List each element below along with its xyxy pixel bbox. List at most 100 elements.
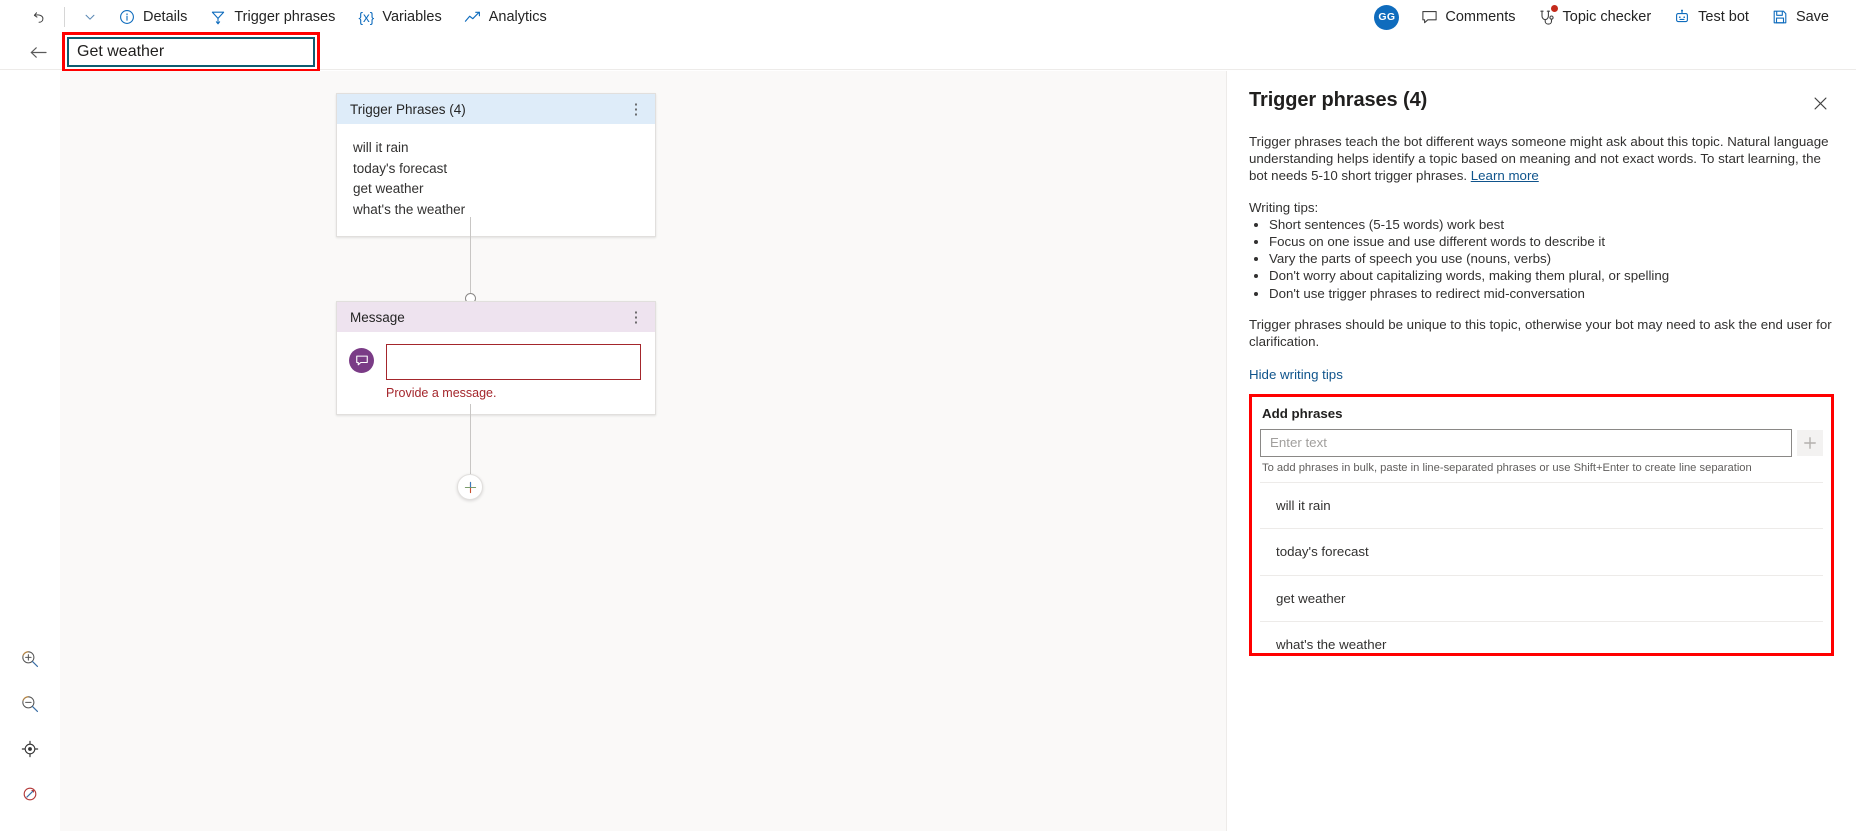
add-phrases-annotation: Add phrases To add phrases in bulk, past…: [1249, 393, 1834, 656]
command-analytics-label: Analytics: [488, 9, 547, 25]
topic-name-annotation: [62, 32, 320, 72]
list-item[interactable]: today's forecast: [1260, 528, 1823, 575]
stethoscope-icon: [1538, 4, 1559, 26]
trigger-phrases-node-header: Trigger Phrases (4) ⋮: [337, 94, 655, 124]
add-phrase-button[interactable]: [1797, 429, 1823, 456]
message-node-menu-icon[interactable]: ⋮: [625, 306, 647, 328]
panel-title: Trigger phrases (4): [1249, 89, 1428, 111]
trigger-phrases-node-menu-icon[interactable]: ⋮: [625, 98, 647, 120]
writing-tip-item: Focus on one issue and use different wor…: [1269, 233, 1834, 250]
command-bar-left: Details Trigger phrases {x} Variables An…: [0, 1, 558, 33]
undo-icon: [30, 8, 48, 26]
node-phrase: get weather: [353, 181, 424, 196]
message-node-body: Provide a message.: [337, 332, 655, 414]
comments-label: Comments: [1445, 9, 1516, 25]
save-label: Save: [1795, 9, 1829, 25]
writing-tip-item: Vary the parts of speech you use (nouns,…: [1269, 250, 1834, 267]
panel-close-button[interactable]: [1806, 89, 1834, 117]
writing-tips-label: Writing tips:: [1249, 199, 1319, 215]
panel-header: Trigger phrases (4): [1249, 71, 1834, 117]
add-phrase-input[interactable]: [1260, 428, 1792, 457]
info-icon: [118, 8, 136, 26]
avatar[interactable]: GG: [1374, 4, 1400, 30]
comment-icon: [1420, 8, 1438, 26]
node-phrase: will it rain: [353, 140, 409, 155]
authoring-canvas[interactable]: Trigger Phrases (4) ⋮ will it rain today…: [0, 71, 1226, 831]
variables-icon: {x}: [358, 9, 375, 25]
test-bot-button[interactable]: Test bot: [1662, 1, 1760, 33]
back-button[interactable]: [24, 38, 52, 66]
plus-icon: [464, 481, 476, 493]
command-bar-divider: [64, 7, 65, 27]
undo-button[interactable]: [22, 1, 56, 33]
trigger-phrase-list: will it rain today's forecast get weathe…: [1260, 481, 1823, 668]
message-bubble-icon: [349, 348, 374, 373]
save-icon: [1771, 8, 1789, 26]
trigger-phrases-node-title: Trigger Phrases (4): [350, 101, 466, 117]
command-analytics-button[interactable]: Analytics: [453, 1, 558, 33]
topic-editor-app: Details Trigger phrases {x} Variables An…: [0, 0, 1856, 831]
plus-icon: [1804, 436, 1816, 449]
panel-uniqueness-note: Trigger phrases should be unique to this…: [1249, 316, 1832, 349]
zoom-out-button[interactable]: [15, 689, 45, 719]
command-trigger-phrases-label: Trigger phrases: [234, 9, 336, 25]
command-variables-button[interactable]: {x} Variables: [346, 1, 452, 33]
message-error-text: Provide a message.: [386, 386, 497, 400]
trigger-phrases-node-body: will it rain today's forecast get weathe…: [337, 124, 655, 236]
hide-writing-tips-link[interactable]: Hide writing tips: [1249, 367, 1343, 382]
add-node-button[interactable]: [457, 474, 483, 500]
list-item[interactable]: get weather: [1260, 574, 1823, 622]
message-node-header: Message ⋮: [337, 302, 655, 332]
add-node-connector-line: [470, 404, 471, 474]
topic-checker-button[interactable]: Topic checker: [1527, 1, 1663, 33]
command-details-button[interactable]: Details: [107, 1, 198, 33]
trigger-phrases-node[interactable]: Trigger Phrases (4) ⋮ will it rain today…: [336, 93, 656, 237]
node-phrase: what's the weather: [353, 201, 466, 217]
zoom-out-icon: [22, 696, 39, 713]
command-trigger-phrases-button[interactable]: Trigger phrases: [198, 1, 346, 33]
zoom-in-icon: [22, 651, 39, 668]
writing-tip-item: Don't worry about capitalizing words, ma…: [1269, 267, 1834, 284]
writing-tip-item: Short sentences (5-15 words) work best: [1269, 216, 1834, 233]
save-button[interactable]: Save: [1760, 1, 1840, 33]
command-bar: Details Trigger phrases {x} Variables An…: [0, 0, 1856, 35]
back-arrow-icon: [30, 46, 47, 58]
bot-icon: [1673, 8, 1691, 26]
topic-checker-badge: [1549, 4, 1559, 13]
canvas-zoom-controls: [12, 644, 48, 809]
fit-to-screen-icon: [21, 740, 39, 758]
message-node[interactable]: Message ⋮ Provide a message.: [336, 301, 656, 415]
trigger-phrases-panel: Trigger phrases (4) Trigger phrases teac…: [1226, 71, 1856, 831]
list-item[interactable]: will it rain: [1260, 481, 1823, 529]
trigger-phrases-icon: [209, 8, 227, 26]
add-phrases-input-row: [1260, 428, 1823, 457]
add-phrases-label: Add phrases: [1262, 405, 1343, 421]
message-text-field[interactable]: [386, 344, 641, 380]
title-row: [0, 32, 1856, 72]
message-node-title: Message: [350, 309, 405, 325]
writing-tips-list: Short sentences (5-15 words) work best F…: [1269, 216, 1834, 302]
avatar-initials: GG: [1378, 11, 1396, 23]
topic-name-input[interactable]: [67, 37, 315, 67]
close-icon: [1814, 97, 1826, 109]
writing-tip-item: Don't use trigger phrases to redirect mi…: [1269, 285, 1834, 302]
more-commands-button[interactable]: [73, 1, 107, 33]
message-row: [349, 344, 641, 380]
node-phrase: today's forecast: [353, 160, 448, 176]
command-details-label: Details: [143, 9, 188, 25]
command-bar-right: GG Comments Topic checker Test bot Save: [1370, 1, 1856, 33]
topic-checker-label: Topic checker: [1562, 9, 1652, 25]
add-phrases-hint: To add phrases in bulk, paste in line-se…: [1262, 461, 1752, 474]
reset-view-icon: [23, 787, 37, 801]
fit-to-screen-button[interactable]: [15, 734, 45, 764]
analytics-icon: [464, 8, 482, 26]
zoom-in-button[interactable]: [15, 644, 45, 674]
chevron-down-icon: [81, 8, 99, 26]
learn-more-link[interactable]: Learn more: [1471, 168, 1539, 183]
list-item[interactable]: what's the weather: [1260, 621, 1823, 668]
reset-view-button[interactable]: [15, 779, 45, 809]
command-variables-label: Variables: [382, 9, 442, 25]
comments-button[interactable]: Comments: [1409, 1, 1526, 33]
test-bot-label: Test bot: [1698, 9, 1749, 25]
panel-description: Trigger phrases teach the bot different …: [1249, 134, 1834, 185]
